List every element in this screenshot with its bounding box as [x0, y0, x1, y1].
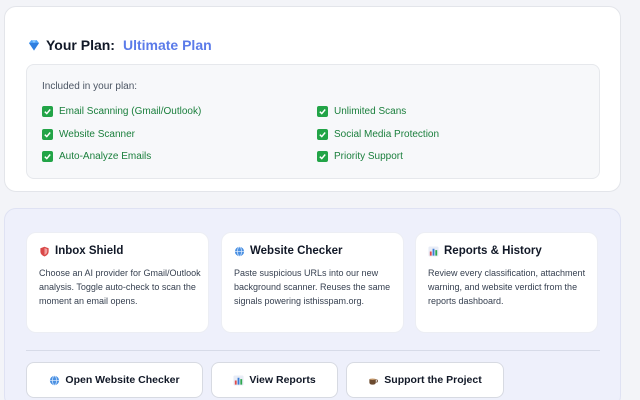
gem-icon — [27, 38, 41, 52]
check-icon — [42, 129, 53, 140]
card-description: Review every classification, attachment … — [428, 268, 586, 306]
card-description: Paste suspicious URLs into our new backg… — [234, 268, 391, 306]
card-title-label: Inbox Shield — [55, 245, 124, 257]
globe-icon — [234, 246, 245, 257]
feature-item: Email Scanning (Gmail/Outlook) — [42, 106, 201, 117]
card-title-label: Reports & History — [444, 245, 542, 257]
feature-label: Unlimited Scans — [334, 106, 407, 117]
shield-icon — [39, 246, 50, 257]
included-features-box: Included in your plan: Email Scanning (G… — [26, 64, 600, 179]
feature-item: Unlimited Scans — [317, 106, 406, 117]
card-title: Website Checker — [234, 245, 342, 257]
website-checker-card: Website Checker Paste suspicious URLs in… — [221, 232, 404, 333]
support-project-button[interactable]: Support the Project — [346, 362, 504, 398]
bar-chart-icon — [233, 374, 244, 386]
divider — [26, 350, 600, 351]
feature-item: Priority Support — [317, 151, 403, 162]
check-icon — [317, 106, 328, 117]
card-title-label: Website Checker — [250, 245, 343, 257]
included-heading: Included in your plan: — [42, 81, 138, 92]
plan-name: Ultimate Plan — [122, 37, 212, 53]
card-description: Choose an AI provider for Gmail/Outlook … — [39, 268, 201, 306]
feature-label: Priority Support — [334, 151, 403, 162]
check-icon — [317, 151, 328, 162]
check-icon — [317, 129, 328, 140]
button-label: Open Website Checker — [65, 374, 180, 386]
plan-card: Your Plan: Ultimate Plan Included in you… — [4, 6, 621, 192]
plan-heading: Your Plan: Ultimate Plan — [27, 37, 212, 53]
card-title: Inbox Shield — [39, 245, 123, 257]
plan-label: Your Plan: — [46, 37, 115, 53]
feature-item: Social Media Protection — [317, 129, 439, 140]
open-website-checker-button[interactable]: Open Website Checker — [26, 362, 203, 398]
bar-chart-icon — [428, 245, 439, 257]
feature-item: Website Scanner — [42, 129, 135, 140]
feature-label: Website Scanner — [59, 129, 135, 140]
view-reports-button[interactable]: View Reports — [211, 362, 338, 398]
reports-history-card: Reports & History Review every classific… — [415, 232, 598, 333]
check-icon — [42, 106, 53, 117]
feature-label: Email Scanning (Gmail/Outlook) — [59, 106, 202, 117]
button-label: View Reports — [249, 374, 316, 386]
features-panel: Inbox Shield Choose an AI provider for G… — [4, 208, 621, 400]
feature-item: Auto-Analyze Emails — [42, 151, 151, 162]
globe-icon — [49, 375, 60, 386]
feature-label: Social Media Protection — [334, 129, 440, 140]
coffee-icon — [368, 375, 379, 386]
inbox-shield-card: Inbox Shield Choose an AI provider for G… — [26, 232, 209, 333]
button-label: Support the Project — [384, 374, 482, 386]
feature-label: Auto-Analyze Emails — [59, 151, 152, 162]
check-icon — [42, 151, 53, 162]
card-title: Reports & History — [428, 245, 542, 257]
